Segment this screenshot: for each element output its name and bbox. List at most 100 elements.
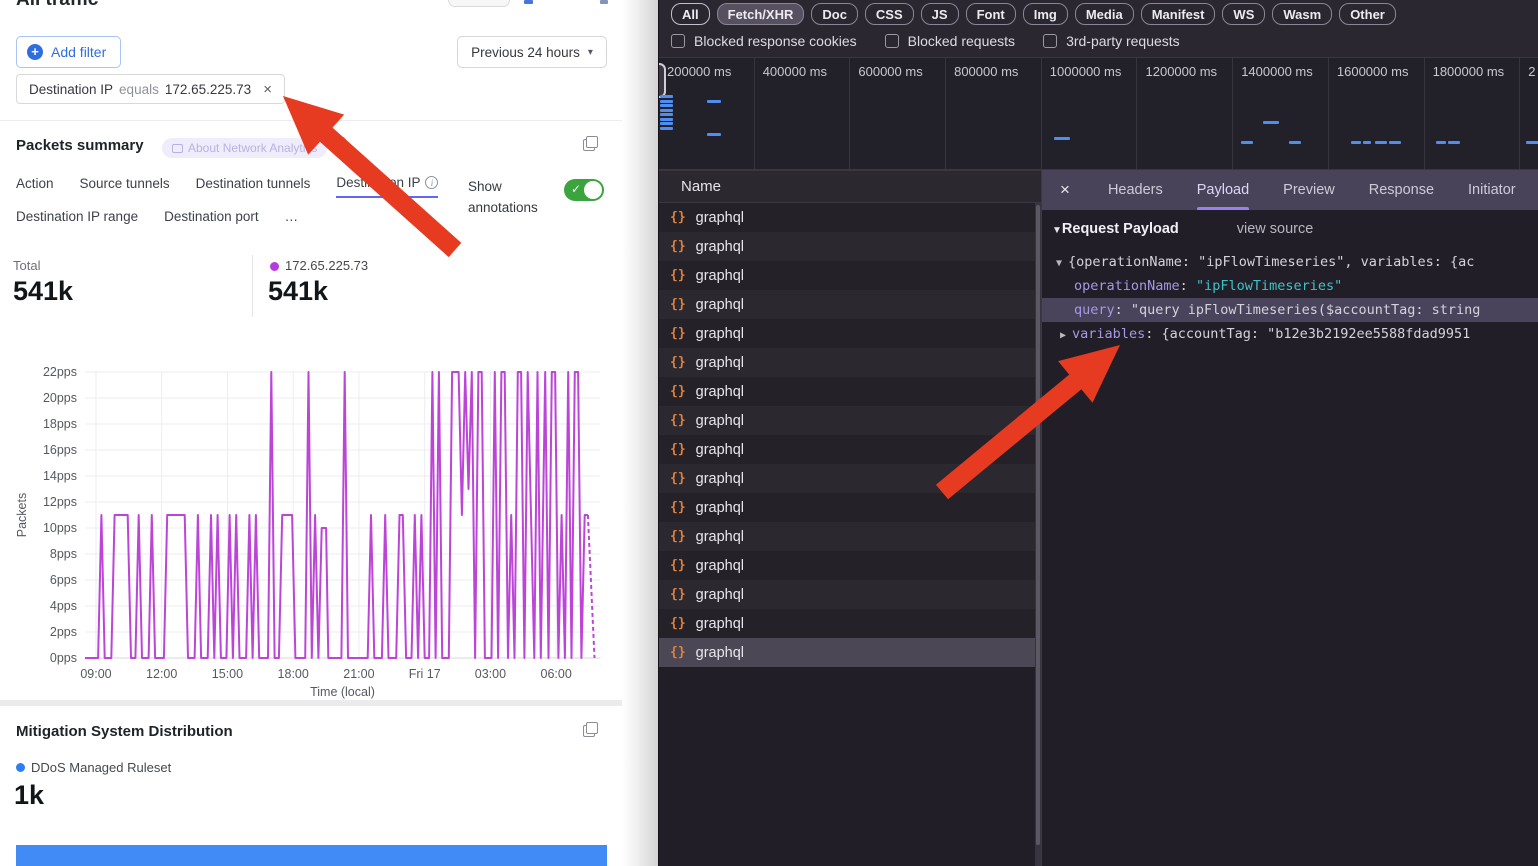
timeline-tick-label: 1800000 ms [1433,64,1505,79]
filter-pill-fetch-xhr[interactable]: Fetch/XHR [717,3,805,25]
request-timing-mark [660,113,673,116]
request-row[interactable]: {}graphql [659,377,1041,406]
request-row[interactable]: {}graphql [659,435,1041,464]
request-name: graphql [696,413,744,429]
filter-pill-img[interactable]: Img [1023,3,1068,25]
request-timing-mark [707,133,721,136]
expander-icon[interactable]: ▶ [1060,330,1072,341]
filter-pill-css[interactable]: CSS [865,3,914,25]
request-row[interactable]: {}graphql [659,290,1041,319]
filter-pill-doc[interactable]: Doc [811,3,858,25]
payload-line[interactable]: operationName: "ipFlowTimeseries" [1042,274,1538,298]
request-timing-mark [1263,121,1279,124]
checkbox-3rd-party-requests[interactable]: 3rd-party requests [1043,33,1180,49]
script-braces-icon: {} [670,587,686,602]
filter-chip-value: 172.65.225.73 [165,82,251,97]
request-row[interactable]: {}graphql [659,406,1041,435]
tab-source-tunnels[interactable]: Source tunnels [80,175,170,198]
svg-text:22pps: 22pps [43,365,77,379]
tab-label: Destination IP range [16,209,138,224]
request-row[interactable]: {}graphql [659,261,1041,290]
top-icon-fragment [600,0,608,4]
checkbox-blocked-response-cookies[interactable]: Blocked response cookies [671,33,857,49]
payload-line[interactable]: ▼ {operationName: "ipFlowTimeseries", va… [1042,250,1538,274]
copy-chart-icon[interactable] [583,722,598,737]
detail-tab-headers[interactable]: Headers [1108,170,1163,210]
filter-chip-close-icon[interactable]: × [263,81,272,98]
filter-pill-manifest[interactable]: Manifest [1141,3,1216,25]
window-edge-strip[interactable] [622,0,658,866]
request-row[interactable]: {}graphql [659,348,1041,377]
add-filter-button[interactable]: + Add filter [16,36,121,68]
network-analytics-panel: All traffic + Add filter Previous 24 hou… [0,0,622,866]
scrollbar-thumb[interactable] [1036,205,1040,845]
payload-line[interactable]: query: "query ipFlowTimeseries($accountT… [1042,298,1538,322]
svg-text:2pps: 2pps [50,625,77,639]
checkbox-box-icon[interactable] [885,34,899,48]
filter-pill-wasm[interactable]: Wasm [1272,3,1332,25]
time-range-dropdown[interactable]: Previous 24 hours ▾ [457,36,607,68]
request-timing-mark [660,95,673,98]
mitigation-legend-label[interactable]: DDoS Managed Ruleset [31,760,171,775]
checkbox-box-icon[interactable] [671,34,685,48]
tabs-overflow-icon[interactable]: … [285,209,299,230]
request-timing-mark [1448,141,1460,144]
tab-destination-port[interactable]: Destination port [164,209,259,230]
tab-label: Destination port [164,209,259,224]
filter-pill-ws[interactable]: WS [1222,3,1265,25]
payload-line[interactable]: ▶ variables: {accountTag: "b12e3b2192ee5… [1042,322,1538,346]
filter-pill-font[interactable]: Font [966,3,1016,25]
request-name: graphql [696,645,744,661]
close-detail-pane-icon[interactable]: × [1060,180,1070,200]
request-row[interactable]: {}graphql [659,203,1041,232]
tab-destination-ip-range[interactable]: Destination IP range [16,209,138,230]
request-row[interactable]: {}graphql [659,464,1041,493]
chevron-down-icon: ▾ [588,47,593,58]
copy-chart-icon[interactable] [583,136,598,151]
detail-tab-payload[interactable]: Payload [1197,170,1249,210]
script-braces-icon: {} [670,384,686,399]
tab-destination-tunnels[interactable]: Destination tunnels [196,175,311,198]
json-text: : "query ipFlowTimeseries($accountTag: s… [1115,302,1481,318]
tab-destination-ip[interactable]: Destination IPi [336,175,438,198]
checkbox-box-icon[interactable] [1043,34,1057,48]
request-row[interactable]: {}graphql [659,522,1041,551]
request-name: graphql [696,616,744,632]
timeline-tick-label: 600000 ms [858,64,922,79]
ip-stat-label[interactable]: 172.65.225.73 [285,258,368,273]
request-row[interactable]: {}graphql [659,580,1041,609]
checkbox-blocked-requests[interactable]: Blocked requests [885,33,1015,49]
show-annotations-toggle[interactable]: ✓ [564,179,604,201]
svg-text:06:00: 06:00 [541,667,572,681]
filter-pill-js[interactable]: JS [921,3,959,25]
script-braces-icon: {} [670,558,686,573]
detail-tab-preview[interactable]: Preview [1283,170,1335,210]
filter-pill-all[interactable]: All [671,3,710,25]
script-braces-icon: {} [670,239,686,254]
request-row[interactable]: {}graphql [659,551,1041,580]
script-braces-icon: {} [670,500,686,515]
tab-action[interactable]: Action [16,175,54,198]
filter-pill-media[interactable]: Media [1075,3,1134,25]
request-timing-mark [1054,137,1070,140]
network-overview-timeline[interactable]: 200000 ms400000 ms600000 ms800000 ms1000… [659,58,1538,170]
detail-tab-initiator[interactable]: Initiator [1468,170,1516,210]
request-row[interactable]: {}graphql [659,638,1041,667]
name-column-header[interactable]: Name [659,170,1041,203]
collapse-icon[interactable]: ▼ [1052,225,1062,236]
detail-tab-response[interactable]: Response [1369,170,1434,210]
about-network-analytics-link[interactable]: About Network Analytics [162,138,327,158]
json-key: variables [1072,326,1145,342]
expander-icon[interactable]: ▼ [1056,258,1068,269]
request-timing-mark [660,109,673,112]
filter-chip-destination-ip[interactable]: Destination IP equals 172.65.225.73 × [16,74,285,104]
request-row[interactable]: {}graphql [659,232,1041,261]
timeline-segment: 1400000 ms [1233,58,1329,170]
request-row[interactable]: {}graphql [659,493,1041,522]
request-row[interactable]: {}graphql [659,319,1041,348]
request-row[interactable]: {}graphql [659,609,1041,638]
svg-text:6pps: 6pps [50,573,77,587]
filter-pill-other[interactable]: Other [1339,3,1396,25]
filter-chip-field: Destination IP [29,82,113,97]
view-source-link[interactable]: view source [1237,221,1314,237]
